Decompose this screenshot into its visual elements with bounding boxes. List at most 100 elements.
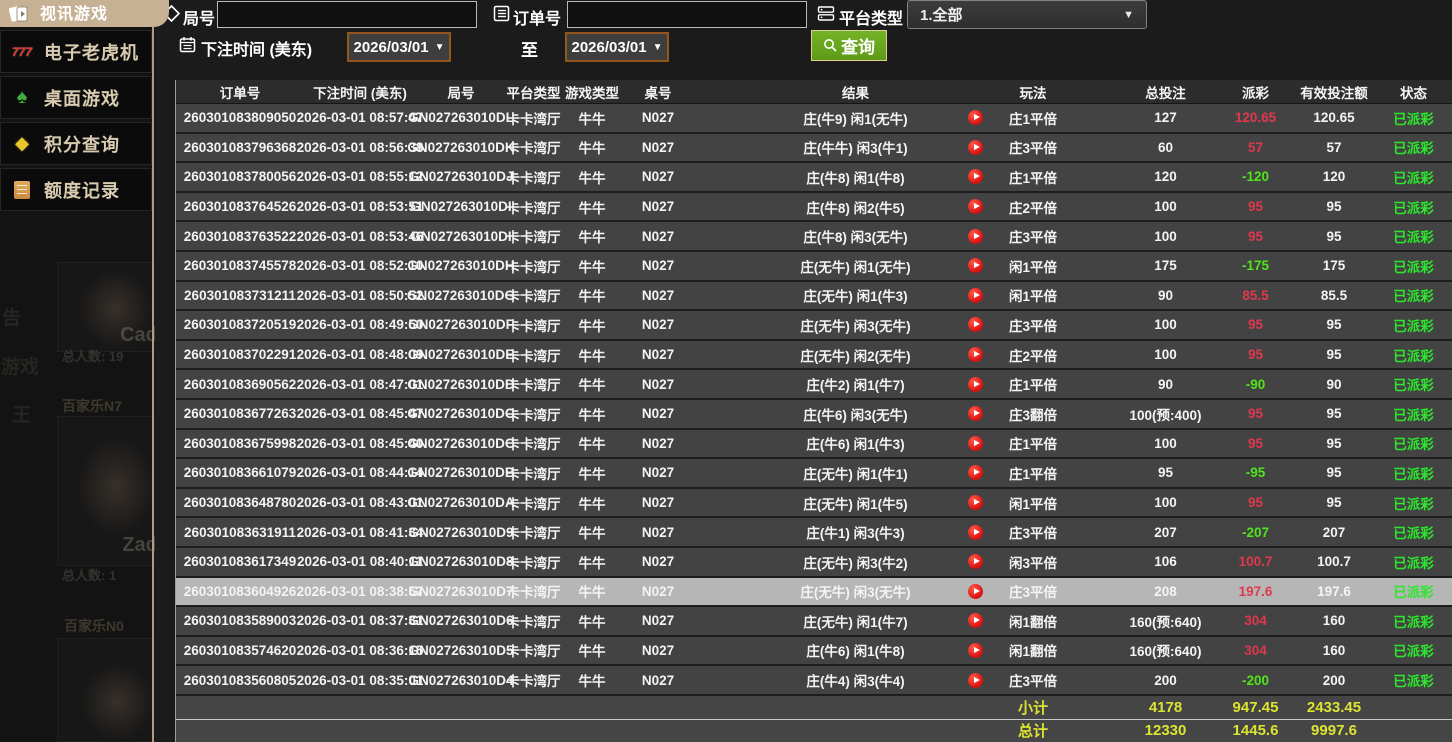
play-video-icon[interactable] bbox=[968, 140, 983, 155]
play-video-icon[interactable] bbox=[968, 465, 983, 480]
cell-platform: 卡卡湾厅 bbox=[506, 345, 561, 365]
cell-table-number: N027 bbox=[623, 495, 693, 510]
play-video-icon[interactable] bbox=[968, 406, 983, 421]
play-video-icon[interactable] bbox=[968, 495, 983, 510]
play-video-icon[interactable] bbox=[968, 347, 983, 362]
table-row[interactable]: 260301083560805 2026-03-01 08:35:01 GN02… bbox=[176, 666, 1452, 696]
cell-round-number: GN027263010DB bbox=[416, 465, 506, 480]
table-row[interactable]: 260301083574620 2026-03-01 08:36:15 GN02… bbox=[176, 637, 1452, 667]
play-video-icon[interactable] bbox=[968, 229, 983, 244]
table-row[interactable]: 260301083690562 2026-03-01 08:47:01 GN02… bbox=[176, 370, 1452, 400]
date-to-picker[interactable]: 2026/03/01 ▼ bbox=[565, 32, 669, 62]
table-row[interactable]: 260301083617349 2026-03-01 08:40:11 GN02… bbox=[176, 548, 1452, 578]
cell-video bbox=[958, 554, 993, 569]
date-range-to-label: 至 bbox=[521, 36, 538, 61]
order-number-input[interactable] bbox=[567, 1, 807, 28]
cell-video bbox=[958, 288, 993, 303]
cell-order-number: 260301083731211 bbox=[176, 288, 304, 303]
table-row[interactable]: 260301083763522 2026-03-01 08:53:46 GN02… bbox=[176, 222, 1452, 252]
sidebar-item-points-query[interactable]: ◆ 积分查询 bbox=[0, 122, 152, 165]
table-row[interactable]: 260301083780056 2026-03-01 08:55:12 GN02… bbox=[176, 163, 1452, 193]
cell-order-number: 260301083677263 bbox=[176, 406, 304, 421]
cell-table-number: N027 bbox=[623, 317, 693, 332]
cell-game-type: 牛牛 bbox=[561, 404, 623, 424]
play-video-icon[interactable] bbox=[968, 377, 983, 392]
cell-status: 已派彩 bbox=[1375, 167, 1452, 187]
cell-bet-time: 2026-03-01 08:57:47 bbox=[304, 110, 416, 125]
cell-order-number: 260301083764526 bbox=[176, 199, 304, 214]
cell-valid-bet: 95 bbox=[1293, 317, 1375, 332]
play-video-icon[interactable] bbox=[968, 643, 983, 658]
cell-order-number: 260301083690562 bbox=[176, 377, 304, 392]
play-video-icon[interactable] bbox=[968, 317, 983, 332]
subtotal-valid-bet: 2433.45 bbox=[1293, 699, 1375, 716]
search-icon bbox=[823, 38, 838, 53]
cell-game-type: 牛牛 bbox=[561, 374, 623, 394]
table-row[interactable]: 260301083731211 2026-03-01 08:50:52 GN02… bbox=[176, 282, 1452, 312]
chevron-down-icon: ▼ bbox=[653, 42, 663, 53]
sidebar-item-label: 视讯游戏 bbox=[40, 0, 108, 24]
cell-video bbox=[958, 258, 993, 273]
date-from-picker[interactable]: 2026/03/01 ▼ bbox=[347, 32, 451, 62]
sidebar-item-live-games[interactable]: 视讯游戏 bbox=[0, 0, 169, 27]
grand-total-total-bet: 12330 bbox=[1113, 722, 1218, 739]
cell-video bbox=[958, 436, 993, 451]
sidebar-item-table-games[interactable]: ♠ 桌面游戏 bbox=[0, 76, 152, 119]
play-video-icon[interactable] bbox=[968, 258, 983, 273]
play-video-icon[interactable] bbox=[968, 110, 983, 125]
table-row[interactable]: 260301083796368 2026-03-01 08:56:38 GN02… bbox=[176, 134, 1452, 164]
column-header-platform: 平台类型 bbox=[506, 82, 561, 102]
play-video-icon[interactable] bbox=[968, 525, 983, 540]
cell-bet-time: 2026-03-01 08:36:15 bbox=[304, 643, 416, 658]
round-number-input[interactable] bbox=[217, 1, 477, 28]
play-video-icon[interactable] bbox=[968, 169, 983, 184]
cell-video bbox=[958, 169, 993, 184]
cell-game-type: 牛牛 bbox=[561, 108, 623, 128]
cell-game-type: 牛牛 bbox=[561, 611, 623, 631]
table-row[interactable]: 260301083809050 2026-03-01 08:57:47 GN02… bbox=[176, 104, 1452, 134]
sidebar-item-slots[interactable]: 777 电子老虎机 bbox=[0, 30, 152, 73]
cell-status: 已派彩 bbox=[1375, 552, 1452, 572]
sidebar-item-credit-records[interactable]: 额度记录 bbox=[0, 168, 152, 211]
cell-valid-bet: 120.65 bbox=[1293, 110, 1375, 125]
table-row[interactable]: 260301083745578 2026-03-01 08:52:10 GN02… bbox=[176, 252, 1452, 282]
play-video-icon[interactable] bbox=[968, 288, 983, 303]
table-row[interactable]: 260301083589003 2026-03-01 08:37:31 GN02… bbox=[176, 607, 1452, 637]
play-video-icon[interactable] bbox=[968, 584, 983, 599]
query-button[interactable]: 查询 bbox=[811, 30, 887, 61]
table-row[interactable]: 260301083720519 2026-03-01 08:49:50 GN02… bbox=[176, 311, 1452, 341]
cell-round-number: GN027263010DG bbox=[416, 288, 506, 303]
table-row[interactable]: 260301083604926 2026-03-01 08:38:57 GN02… bbox=[176, 578, 1452, 608]
cell-platform: 卡卡湾厅 bbox=[506, 670, 561, 690]
play-video-icon[interactable] bbox=[968, 199, 983, 214]
table-row[interactable]: 260301083677263 2026-03-01 08:45:47 GN02… bbox=[176, 400, 1452, 430]
cell-result: 庄(牛6) 闲1(牛3) bbox=[693, 433, 958, 453]
cell-table-number: N027 bbox=[623, 110, 693, 125]
play-video-icon[interactable] bbox=[968, 554, 983, 569]
table-row[interactable]: 260301083648780 2026-03-01 08:43:01 GN02… bbox=[176, 489, 1452, 519]
play-video-icon[interactable] bbox=[968, 436, 983, 451]
cell-game-type: 牛牛 bbox=[561, 197, 623, 217]
table-row[interactable]: 260301083675998 2026-03-01 08:45:40 GN02… bbox=[176, 430, 1452, 460]
cell-total-bet: 160(预:640) bbox=[1113, 611, 1218, 631]
cell-platform: 卡卡湾厅 bbox=[506, 315, 561, 335]
table-row[interactable]: 260301083702291 2026-03-01 08:48:09 GN02… bbox=[176, 341, 1452, 371]
column-header-table-no: 桌号 bbox=[623, 82, 693, 102]
table-row[interactable]: 260301083631911 2026-03-01 08:41:34 GN02… bbox=[176, 518, 1452, 548]
platform-type-select[interactable]: 1.全部 ▼ bbox=[907, 0, 1147, 29]
cell-round-number: GN027263010DK bbox=[416, 140, 506, 155]
play-video-icon[interactable] bbox=[968, 613, 983, 628]
cell-platform: 卡卡湾厅 bbox=[506, 640, 561, 660]
table-row[interactable]: 260301083661079 2026-03-01 08:44:14 GN02… bbox=[176, 459, 1452, 489]
table-row[interactable]: 260301083764526 2026-03-01 08:53:51 GN02… bbox=[176, 193, 1452, 223]
cell-payout: -95 bbox=[1218, 465, 1293, 480]
cell-order-number: 260301083675998 bbox=[176, 436, 304, 451]
records-table: 订单号 下注时间 (美东) 局号 平台类型 游戏类型 桌号 结果 玩法 总投注 … bbox=[175, 80, 1452, 742]
round-number-label: 局号 bbox=[183, 5, 215, 29]
cell-play-type: 庄1平倍 bbox=[993, 463, 1113, 483]
cell-video bbox=[958, 406, 993, 421]
play-video-icon[interactable] bbox=[968, 673, 983, 688]
cell-bet-time: 2026-03-01 08:45:40 bbox=[304, 436, 416, 451]
cell-bet-time: 2026-03-01 08:37:31 bbox=[304, 613, 416, 628]
cell-round-number: GN027263010DD bbox=[416, 377, 506, 392]
